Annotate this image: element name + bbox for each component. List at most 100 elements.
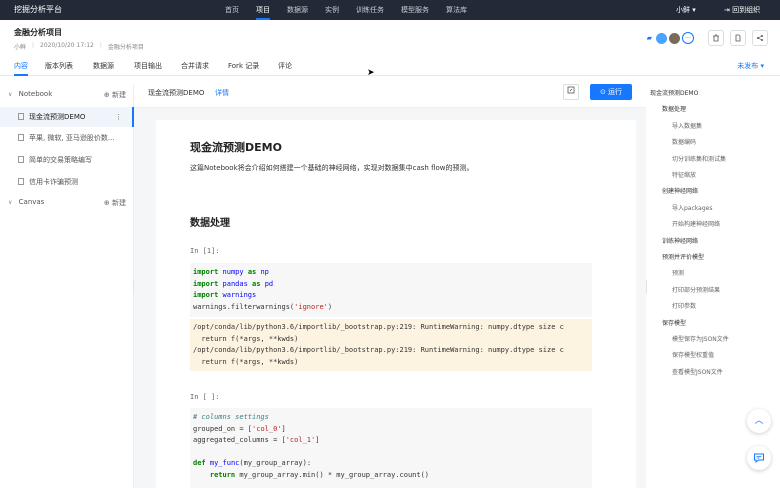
tab-comments[interactable]: 评论	[278, 58, 292, 74]
outline-item[interactable]: 数据编码	[672, 137, 696, 146]
user-menu[interactable]: 小鲜 ▾	[676, 0, 696, 20]
document-button[interactable]	[730, 30, 746, 46]
nav-datasource[interactable]: 数据源	[287, 0, 308, 20]
file-name: 简单的交易策略编写	[29, 156, 92, 164]
nav-model-service[interactable]: 模型服务	[401, 0, 429, 20]
avatar[interactable]	[669, 32, 680, 44]
file-sidebar: ∨ Notebook ⊕ 新建 现金流预测DEMO ⋮ 苹果, 微软, 亚马逊股…	[0, 84, 134, 488]
nav-training[interactable]: 训练任务	[356, 0, 384, 20]
nav-projects[interactable]: 项目	[256, 0, 270, 20]
nav-home[interactable]: 首页	[225, 0, 239, 20]
divider: |	[32, 42, 35, 49]
project-tabs: 内容 版本列表 数据源 项目输出 合并请求 Fork 记录 评论 未发布 ▾	[0, 58, 780, 76]
tab-versions[interactable]: 版本列表	[45, 58, 73, 74]
more-options-icon[interactable]: ⋮	[115, 107, 122, 127]
code-cell[interactable]: # columns settings grouped_on = ['col_0'…	[190, 408, 592, 488]
file-name: 现金流预测DEMO	[29, 113, 86, 121]
delete-button[interactable]	[708, 30, 724, 46]
scroll-to-top-button[interactable]: ︿	[747, 409, 771, 433]
file-item[interactable]: 简单的交易策略编写	[0, 150, 134, 170]
canvas-section-header[interactable]: ∨ Canvas ⊕ 新建	[8, 198, 126, 212]
avatar[interactable]	[656, 32, 667, 44]
trash-icon	[713, 34, 719, 42]
publish-dropdown[interactable]: 未发布 ▾	[737, 58, 764, 74]
notebook-name: 现金流预测DEMO	[148, 89, 205, 97]
new-canvas-button[interactable]: ⊕ 新建	[104, 198, 126, 208]
tab-merge-requests[interactable]: 合并请求	[181, 58, 209, 74]
project-name: 金融分析项目	[107, 44, 144, 51]
tab-content[interactable]: 内容	[14, 58, 28, 76]
comment-icon	[754, 453, 764, 463]
outline-item[interactable]: 特征缩放	[672, 170, 696, 179]
feedback-button[interactable]	[747, 446, 771, 470]
tab-output[interactable]: 项目输出	[134, 58, 162, 74]
file-item[interactable]: 现金流预测DEMO ⋮	[0, 107, 134, 127]
edit-icon	[567, 86, 575, 94]
outline-item[interactable]: 开始构建神经网络	[672, 219, 720, 228]
outline-item[interactable]: 数据处理	[662, 104, 686, 113]
outline-item[interactable]: 现金流预测DEMO	[650, 88, 698, 97]
project-owner: 小鲜	[14, 44, 27, 51]
header-actions: ▰ ···	[647, 30, 768, 46]
file-item[interactable]: 信用卡诈骗预测	[0, 172, 134, 192]
run-button[interactable]: ⊙ 运行	[590, 84, 632, 100]
outline-item[interactable]: 保存模型	[662, 318, 686, 327]
file-icon	[18, 113, 24, 120]
outline-item[interactable]: 保存模型权重值	[672, 350, 714, 359]
outline-item[interactable]: 训练神经网络	[662, 236, 698, 245]
share-button[interactable]	[752, 30, 768, 46]
tab-fork-records[interactable]: Fork 记录	[228, 58, 259, 74]
outline-item[interactable]: 预测并评价模型	[662, 252, 704, 261]
flag-icon: ▰	[646, 34, 652, 42]
project-meta: 小鲜 | 2020/10/20 17:12 | 金融分析项目	[14, 42, 150, 51]
cell-prompt: In [ ]:	[190, 393, 220, 401]
cell-output: /opt/conda/lib/python3.6/importlib/_boot…	[190, 319, 592, 371]
notebook-area: 现金流预测DEMO 详情 ⊙ 运行 现金流预测DEMO 这篇Notebook将会…	[134, 76, 646, 488]
output-line: return f(*args, **kwds)	[193, 334, 299, 343]
file-item[interactable]: 苹果, 微软, 亚马逊股价数...	[0, 128, 134, 148]
brand-logo[interactable]: 挖掘分析平台	[14, 0, 62, 20]
outline-item[interactable]: 导入packages	[672, 203, 712, 212]
outline-item[interactable]: 创建神经网络	[662, 186, 698, 195]
nav-algorithms[interactable]: 算法库	[446, 0, 467, 20]
project-date: 2020/10/20 17:12	[40, 42, 94, 49]
section-heading: 数据处理	[190, 218, 230, 229]
document-icon	[735, 34, 741, 42]
output-line: /opt/conda/lib/python3.6/importlib/_boot…	[193, 346, 564, 354]
cell-prompt: In [1]:	[190, 247, 220, 255]
details-link[interactable]: 详情	[215, 88, 229, 98]
outline-item[interactable]: 打印部分预测结果	[672, 285, 720, 294]
notebook-document: 现金流预测DEMO 这篇Notebook将会介绍如何搭建一个基础的神经网络，实现…	[156, 120, 636, 488]
more-members-icon[interactable]: ···	[682, 32, 694, 44]
chevron-down-icon: ∨	[8, 199, 13, 206]
file-name: 苹果, 微软, 亚马逊股价数...	[29, 134, 115, 142]
nav-instances[interactable]: 实例	[325, 0, 339, 20]
open-editor-button[interactable]	[563, 84, 579, 100]
file-icon	[18, 156, 24, 163]
file-icon	[18, 178, 24, 185]
outline-item[interactable]: 模型保存为JSON文件	[672, 334, 729, 343]
outline-item[interactable]: 预测	[672, 268, 684, 277]
outline-item[interactable]: 切分训练集和测试集	[672, 154, 726, 163]
outline-item[interactable]: 导入数据集	[672, 121, 702, 130]
top-navbar: 挖掘分析平台 首页 项目 数据源 实例 训练任务 模型服务 算法库 小鲜 ▾ ⇥…	[0, 0, 780, 20]
notebook-section-label: Notebook	[18, 90, 53, 98]
outline-item[interactable]: 打印参数	[672, 301, 696, 310]
output-line: /opt/conda/lib/python3.6/importlib/_boot…	[193, 323, 564, 331]
app-root: 挖掘分析平台 首页 项目 数据源 实例 训练任务 模型服务 算法库 小鲜 ▾ ⇥…	[0, 0, 780, 488]
canvas-section-label: Canvas	[18, 198, 45, 206]
file-name: 信用卡诈骗预测	[29, 178, 78, 186]
chevron-down-icon: ∨	[8, 91, 13, 98]
new-notebook-button[interactable]: ⊕ 新建	[104, 90, 126, 100]
tab-datasource[interactable]: 数据源	[93, 58, 114, 74]
outline-item[interactable]: 查看模型JSON文件	[672, 367, 723, 376]
code-cell[interactable]: import numpy as np import pandas as pd i…	[190, 263, 592, 317]
chevron-up-icon: ︿	[754, 416, 764, 426]
share-icon	[757, 35, 763, 41]
notebook-toolbar: 现金流预测DEMO 详情 ⊙ 运行	[134, 76, 646, 108]
output-line: return f(*args, **kwds)	[193, 357, 299, 366]
main-nav: 首页 项目 数据源 实例 训练任务 模型服务 算法库	[225, 0, 484, 20]
divider: |	[99, 42, 102, 49]
back-to-org-link[interactable]: ⇥ 回到组织	[724, 0, 760, 20]
notebook-section-header[interactable]: ∨ Notebook ⊕ 新建	[8, 90, 126, 104]
